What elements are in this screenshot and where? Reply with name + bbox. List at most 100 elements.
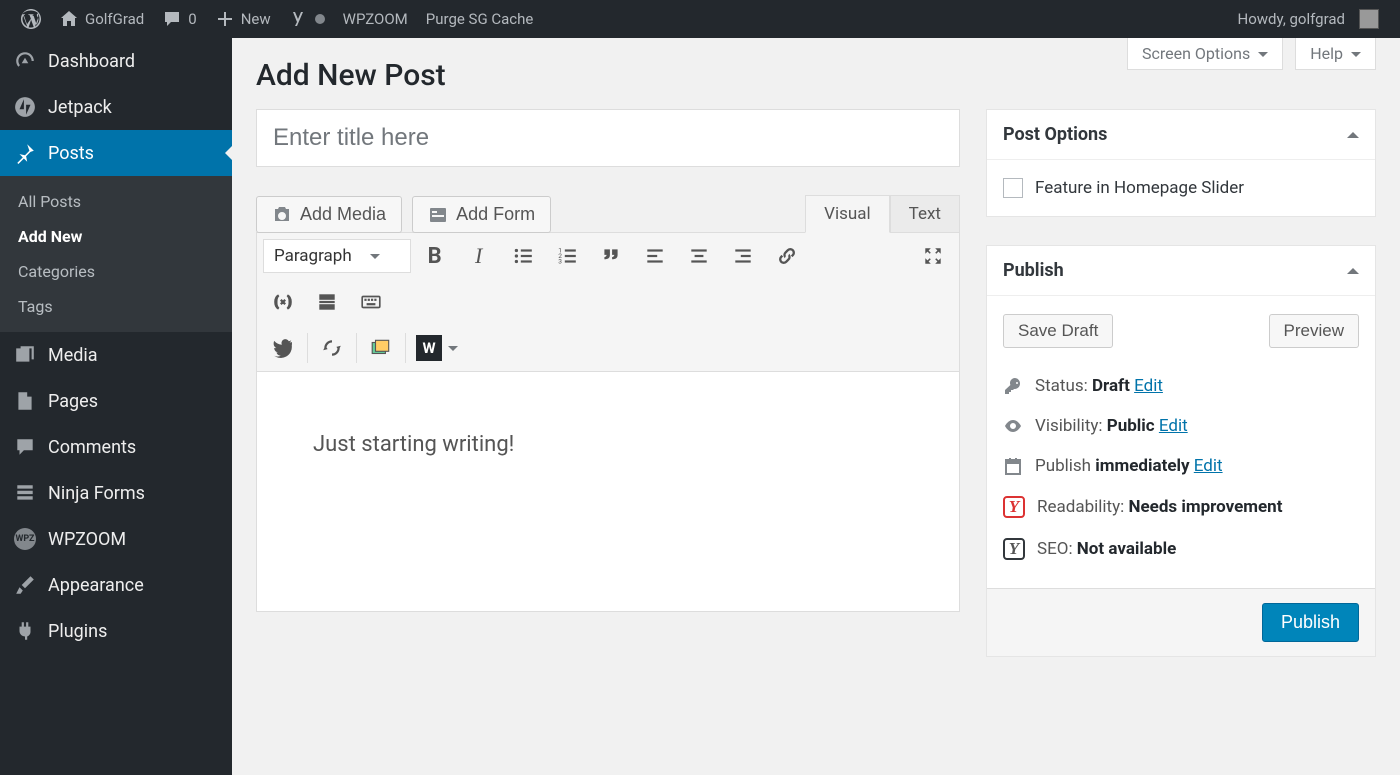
svg-text:3: 3: [558, 258, 562, 266]
status-dot-icon: [315, 14, 325, 24]
new-label: New: [241, 10, 271, 28]
sidebar-item-label: Jetpack: [48, 97, 112, 118]
admin-sidebar: Dashboard Jetpack Posts All Posts Add Ne…: [0, 38, 232, 775]
bold-button[interactable]: B: [415, 237, 455, 275]
chevron-down-icon: [448, 346, 458, 356]
sidebar-item-wpzoom[interactable]: WPZ WPZOOM: [0, 516, 232, 562]
edit-status-link[interactable]: Edit: [1134, 376, 1163, 396]
site-link[interactable]: GolfGrad: [50, 0, 153, 38]
align-left-button[interactable]: [635, 237, 675, 275]
site-name: GolfGrad: [85, 10, 144, 28]
chevron-down-icon: [1351, 52, 1361, 62]
comments-count: 0: [188, 10, 196, 28]
brush-icon: [14, 574, 36, 596]
sidebar-item-label: Ninja Forms: [48, 483, 145, 504]
wp-logo[interactable]: [12, 0, 50, 38]
howdy-user[interactable]: Howdy, golfgrad: [1229, 0, 1388, 38]
post-content-editor[interactable]: Just starting writing!: [256, 372, 960, 612]
comments-link[interactable]: 0: [153, 0, 205, 38]
add-media-button[interactable]: Add Media: [256, 196, 402, 233]
edit-schedule-link[interactable]: Edit: [1194, 456, 1223, 476]
feature-checkbox[interactable]: Feature in Homepage Slider: [1003, 178, 1359, 198]
sidebar-item-media[interactable]: Media: [0, 332, 232, 378]
wpzoom-link[interactable]: WPZOOM: [334, 0, 417, 38]
yoast-readability-icon: Y: [1003, 496, 1025, 518]
post-options-header[interactable]: Post Options: [987, 110, 1375, 160]
refresh-button[interactable]: [312, 329, 352, 367]
sidebar-item-jetpack[interactable]: Jetpack: [0, 84, 232, 130]
plug-icon: [14, 620, 36, 642]
submenu-add-new[interactable]: Add New: [0, 219, 232, 254]
link-button[interactable]: [767, 237, 807, 275]
form-icon: [428, 205, 448, 225]
yoast-link[interactable]: [280, 0, 334, 38]
sidebar-item-plugins[interactable]: Plugins: [0, 608, 232, 654]
screen-options-button[interactable]: Screen Options: [1127, 38, 1283, 70]
plus-icon: [215, 9, 235, 29]
page-icon: [14, 390, 36, 412]
home-icon: [59, 9, 79, 29]
add-form-button[interactable]: Add Form: [412, 196, 551, 233]
sidebar-item-ninja[interactable]: Ninja Forms: [0, 470, 232, 516]
post-title-input[interactable]: [256, 109, 960, 167]
format-select[interactable]: Paragraph: [263, 239, 411, 273]
main-content: Screen Options Help Add New Post Add Med…: [232, 38, 1400, 775]
numbered-list-button[interactable]: 123: [547, 237, 587, 275]
comment-icon: [162, 9, 182, 29]
sidebar-item-label: WPZOOM: [48, 529, 126, 550]
help-button[interactable]: Help: [1295, 38, 1376, 70]
jetpack-icon: [14, 96, 36, 118]
insert-read-more-button[interactable]: [307, 283, 347, 321]
howdy-text: Howdy, golfgrad: [1238, 10, 1345, 28]
keyboard-button[interactable]: [351, 283, 391, 321]
chevron-down-icon: [370, 254, 380, 264]
visibility-row: Visibility: Public Edit: [1003, 406, 1359, 446]
eye-icon: [1003, 416, 1023, 436]
sidebar-item-label: Plugins: [48, 621, 107, 642]
submenu-categories[interactable]: Categories: [0, 254, 232, 289]
checkbox-label: Feature in Homepage Slider: [1035, 178, 1244, 198]
submenu-tags[interactable]: Tags: [0, 289, 232, 324]
sidebar-item-label: Appearance: [48, 575, 144, 596]
box-title: Post Options: [1003, 124, 1107, 145]
sidebar-item-appearance[interactable]: Appearance: [0, 562, 232, 608]
tab-text[interactable]: Text: [890, 195, 960, 233]
chevron-up-icon: [1347, 126, 1359, 138]
twitter-button[interactable]: [263, 329, 303, 367]
save-draft-button[interactable]: Save Draft: [1003, 314, 1113, 348]
sidebar-item-label: Pages: [48, 391, 98, 412]
shortcode-button[interactable]: [263, 283, 303, 321]
sidebar-item-label: Dashboard: [48, 51, 135, 72]
sidebar-item-dashboard[interactable]: Dashboard: [0, 38, 232, 84]
post-options-box: Post Options Feature in Homepage Slider: [986, 109, 1376, 217]
preview-button[interactable]: Preview: [1269, 314, 1359, 348]
align-right-button[interactable]: [723, 237, 763, 275]
tab-visual[interactable]: Visual: [805, 195, 889, 233]
align-center-button[interactable]: [679, 237, 719, 275]
gallery-button[interactable]: [361, 329, 401, 367]
wpzoom-icon: WPZ: [14, 528, 36, 550]
new-link[interactable]: New: [206, 0, 280, 38]
italic-button[interactable]: I: [459, 237, 499, 275]
chevron-up-icon: [1347, 262, 1359, 274]
sidebar-item-comments[interactable]: Comments: [0, 424, 232, 470]
w-button[interactable]: W: [410, 329, 464, 367]
blockquote-button[interactable]: [591, 237, 631, 275]
submenu-all-posts[interactable]: All Posts: [0, 184, 232, 219]
sidebar-item-pages[interactable]: Pages: [0, 378, 232, 424]
publish-box: Publish Save Draft Preview Status: Draft…: [986, 245, 1376, 657]
publish-button[interactable]: Publish: [1262, 603, 1359, 642]
gauge-icon: [14, 50, 36, 72]
sidebar-item-posts[interactable]: Posts: [0, 130, 232, 176]
fullscreen-button[interactable]: [913, 237, 953, 275]
purge-cache-link[interactable]: Purge SG Cache: [417, 0, 543, 38]
editor-toolbar: Paragraph B I 123: [256, 232, 960, 372]
bullet-list-button[interactable]: [503, 237, 543, 275]
edit-visibility-link[interactable]: Edit: [1159, 416, 1188, 436]
box-title: Publish: [1003, 260, 1064, 281]
form-icon: [14, 482, 36, 504]
posts-submenu: All Posts Add New Categories Tags: [0, 176, 232, 332]
camera-icon: [272, 205, 292, 225]
readability-row: Y Readability: Needs improvement: [1003, 486, 1359, 528]
publish-header[interactable]: Publish: [987, 246, 1375, 296]
